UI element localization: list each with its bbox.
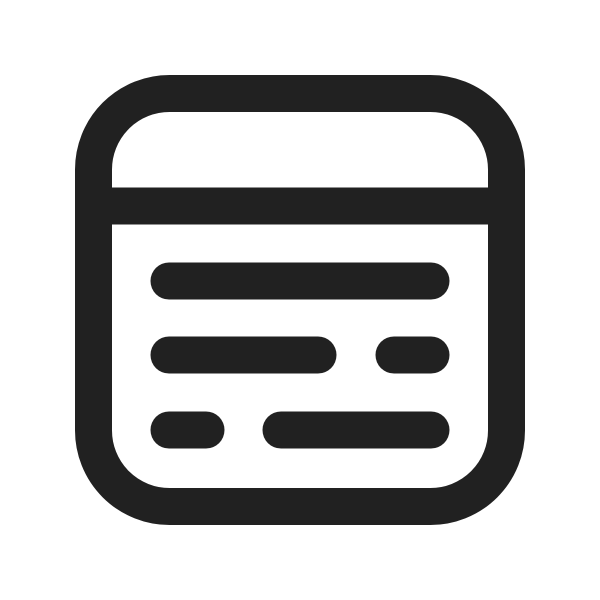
window-text-icon — [75, 75, 525, 525]
icon-canvas — [0, 0, 600, 600]
